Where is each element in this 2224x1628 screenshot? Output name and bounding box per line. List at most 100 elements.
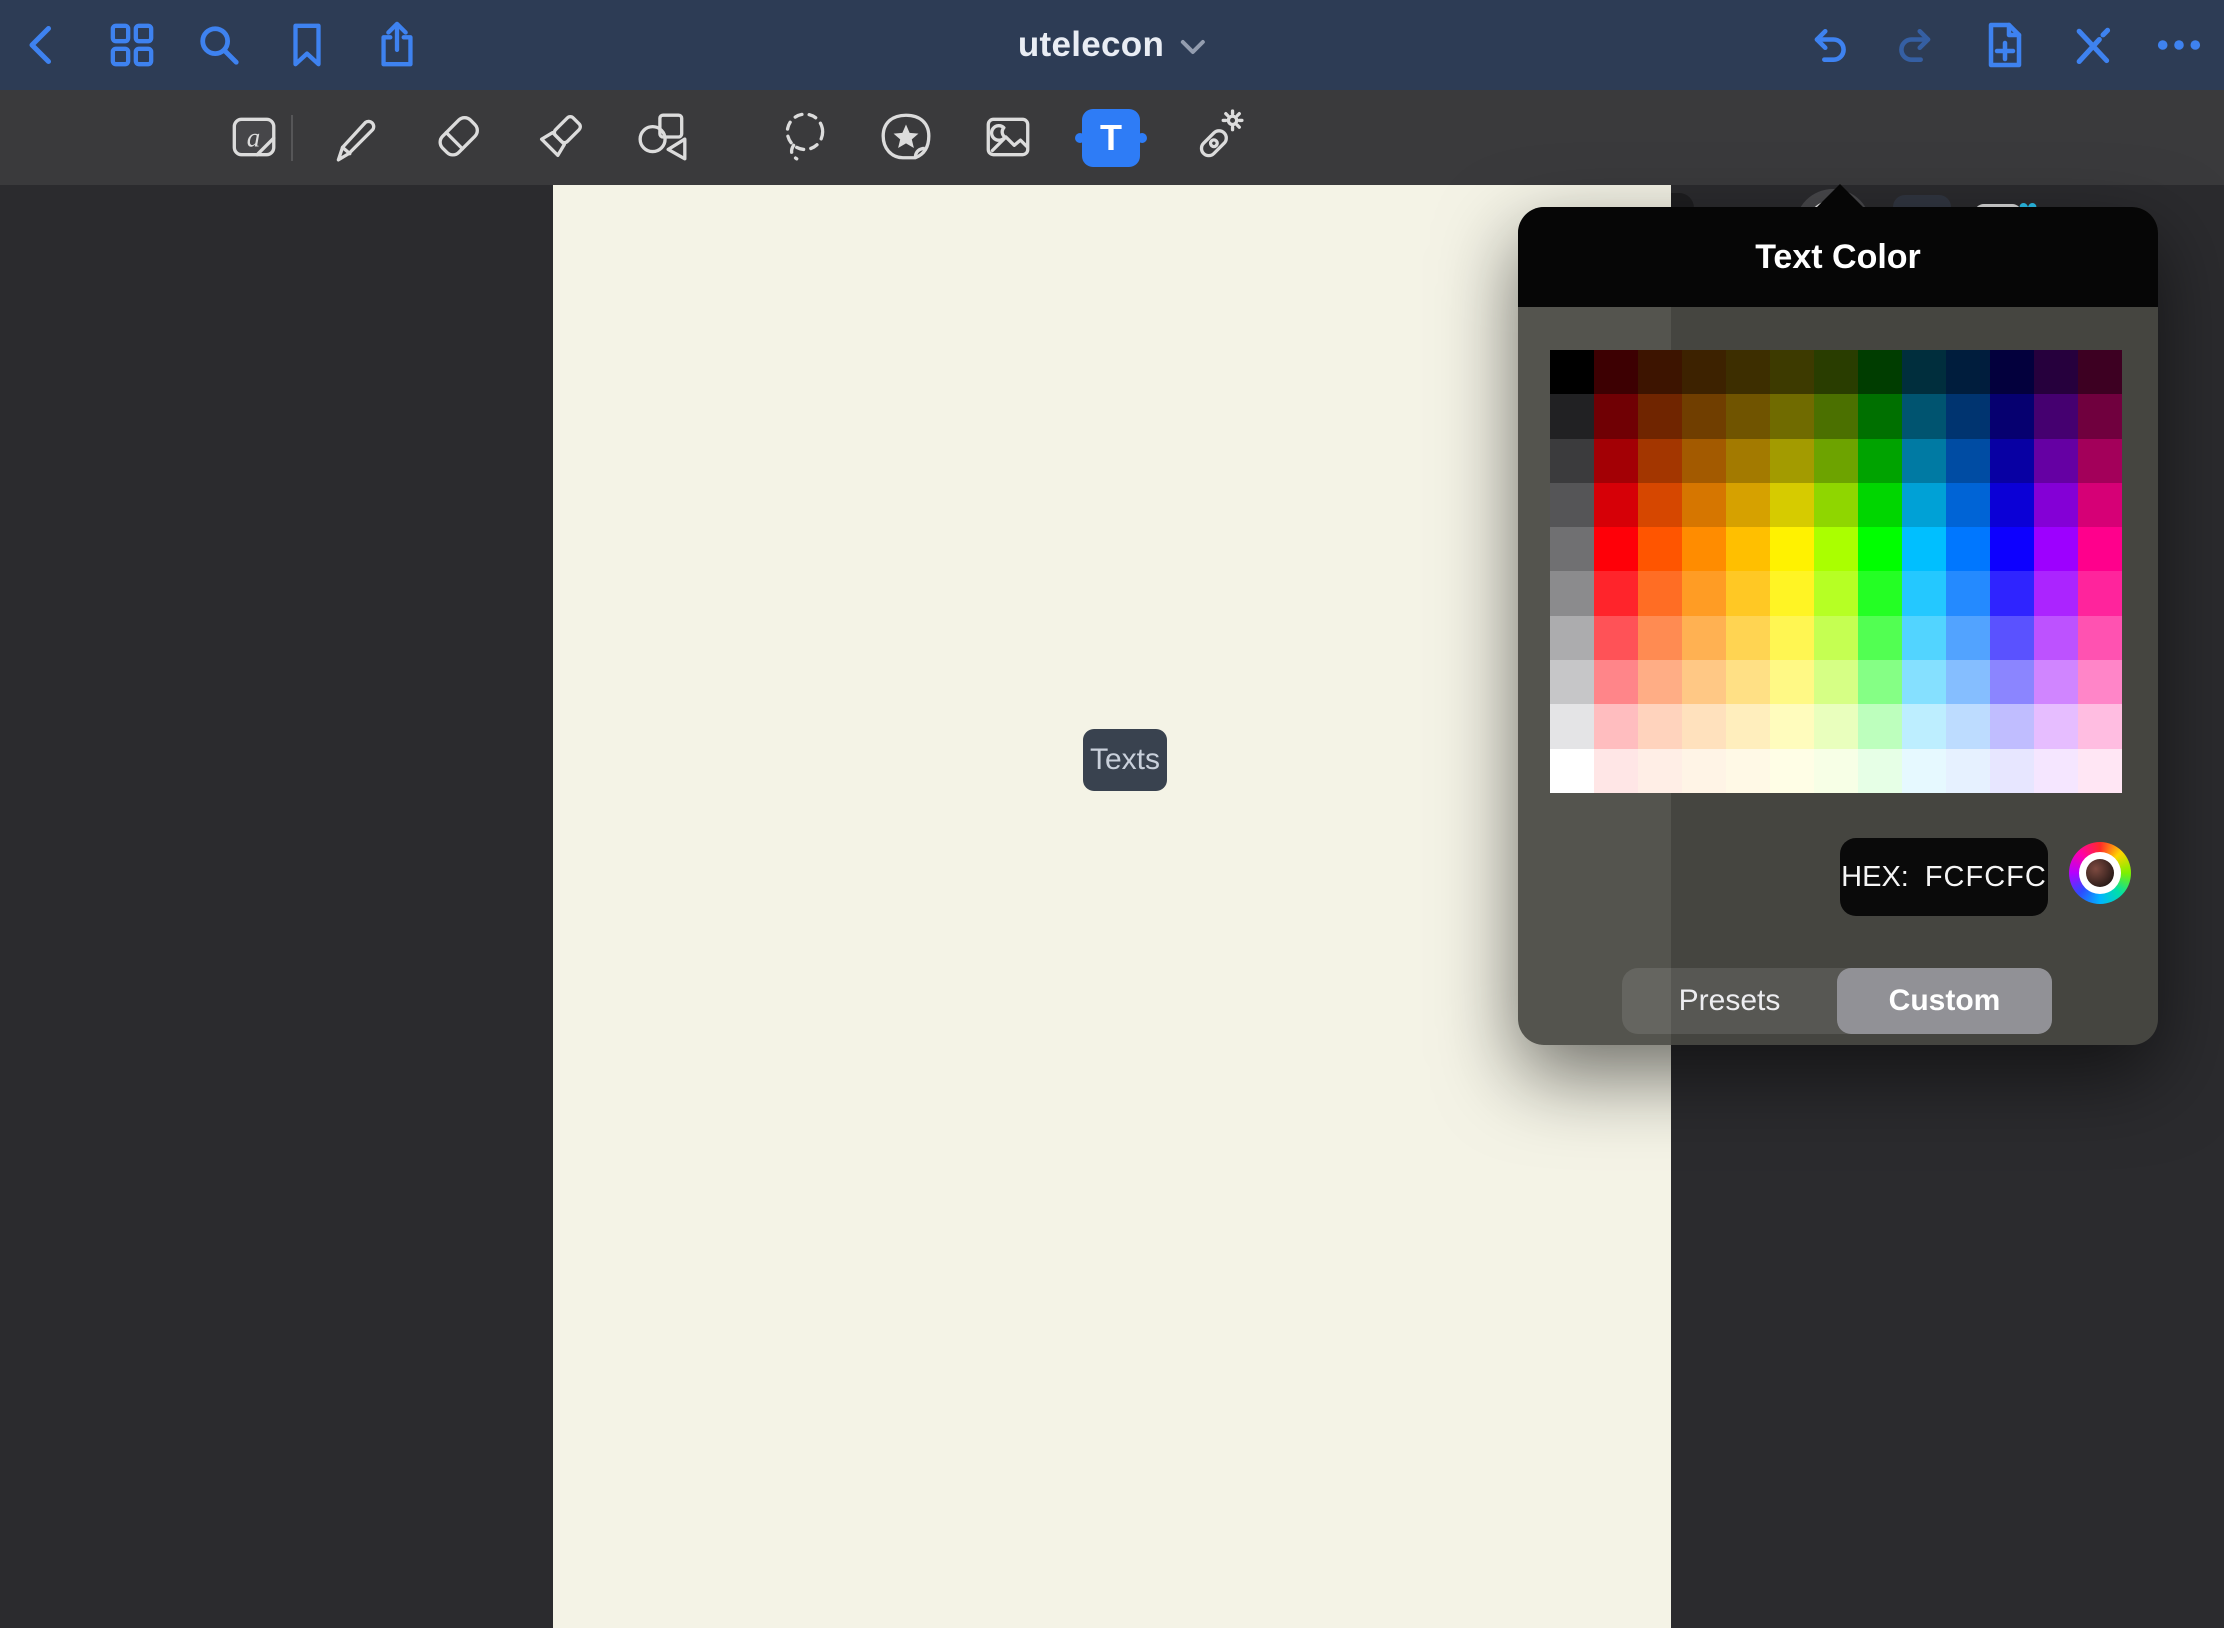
color-swatch[interactable] <box>1946 394 1990 438</box>
color-swatch[interactable] <box>1726 394 1770 438</box>
color-swatch[interactable] <box>1594 483 1638 527</box>
color-swatch[interactable] <box>1770 616 1814 660</box>
color-swatch[interactable] <box>1814 749 1858 793</box>
color-swatch[interactable] <box>1550 483 1594 527</box>
color-swatch[interactable] <box>1770 660 1814 704</box>
color-swatch[interactable] <box>1726 350 1770 394</box>
stop-editing-button[interactable] <box>2062 15 2122 75</box>
color-swatch[interactable] <box>1858 527 1902 571</box>
tab-custom[interactable]: Custom <box>1837 968 2052 1034</box>
color-swatch[interactable] <box>1902 704 1946 748</box>
color-swatch[interactable] <box>1682 527 1726 571</box>
color-swatch[interactable] <box>2034 394 2078 438</box>
color-swatch[interactable] <box>2078 394 2122 438</box>
color-swatch[interactable] <box>1858 350 1902 394</box>
color-swatch[interactable] <box>1858 704 1902 748</box>
color-swatch[interactable] <box>1770 394 1814 438</box>
color-swatch[interactable] <box>1946 439 1990 483</box>
color-swatch[interactable] <box>1770 439 1814 483</box>
color-swatch[interactable] <box>2078 439 2122 483</box>
color-swatch[interactable] <box>1814 527 1858 571</box>
color-swatch[interactable] <box>1902 660 1946 704</box>
color-swatch[interactable] <box>2078 571 2122 615</box>
color-swatch[interactable] <box>2034 616 2078 660</box>
laser-pointer-tool[interactable] <box>1183 104 1251 172</box>
undo-button[interactable] <box>1798 15 1858 75</box>
color-swatch[interactable] <box>1946 483 1990 527</box>
color-swatch[interactable] <box>1990 394 2034 438</box>
text-tool[interactable]: T <box>1077 104 1145 172</box>
color-swatch[interactable] <box>1594 749 1638 793</box>
color-swatch[interactable] <box>1594 660 1638 704</box>
color-swatch[interactable] <box>1990 660 2034 704</box>
color-swatch[interactable] <box>2034 660 2078 704</box>
color-swatch[interactable] <box>1858 483 1902 527</box>
color-swatch[interactable] <box>1682 749 1726 793</box>
color-swatch[interactable] <box>1990 571 2034 615</box>
lasso-tool[interactable] <box>771 104 839 172</box>
color-swatch[interactable] <box>1770 571 1814 615</box>
color-swatch[interactable] <box>1638 350 1682 394</box>
color-swatch[interactable] <box>1550 749 1594 793</box>
color-swatch[interactable] <box>1814 483 1858 527</box>
color-swatch[interactable] <box>1990 527 2034 571</box>
color-swatch[interactable] <box>2078 660 2122 704</box>
color-swatch[interactable] <box>1726 527 1770 571</box>
color-swatch[interactable] <box>1726 439 1770 483</box>
color-swatch[interactable] <box>2078 483 2122 527</box>
color-swatch[interactable] <box>1946 350 1990 394</box>
color-swatch[interactable] <box>1682 394 1726 438</box>
color-swatch[interactable] <box>1550 439 1594 483</box>
note-page[interactable] <box>553 185 1671 1628</box>
color-swatch[interactable] <box>1946 660 1990 704</box>
color-swatch[interactable] <box>2034 527 2078 571</box>
color-swatch[interactable] <box>1594 571 1638 615</box>
color-swatch[interactable] <box>1858 749 1902 793</box>
color-swatch[interactable] <box>2034 439 2078 483</box>
color-swatch[interactable] <box>1550 350 1594 394</box>
text-object[interactable]: Texts <box>1083 729 1167 791</box>
hex-input[interactable]: HEX: FCFCFC <box>1840 838 2048 916</box>
color-swatch[interactable] <box>1550 527 1594 571</box>
color-swatch[interactable] <box>2078 616 2122 660</box>
color-swatch[interactable] <box>1814 660 1858 704</box>
color-swatch[interactable] <box>2078 350 2122 394</box>
color-swatch[interactable] <box>1902 439 1946 483</box>
color-swatch[interactable] <box>2078 527 2122 571</box>
color-swatch[interactable] <box>1770 527 1814 571</box>
redo-button[interactable] <box>1887 15 1947 75</box>
color-swatch[interactable] <box>1638 749 1682 793</box>
color-swatch[interactable] <box>1682 571 1726 615</box>
color-swatch[interactable] <box>1858 571 1902 615</box>
eraser-tool[interactable] <box>424 104 492 172</box>
color-swatch[interactable] <box>1638 571 1682 615</box>
color-swatch[interactable] <box>1858 616 1902 660</box>
color-swatch[interactable] <box>1946 616 1990 660</box>
color-swatch[interactable] <box>1946 704 1990 748</box>
color-swatch[interactable] <box>1682 616 1726 660</box>
color-swatch[interactable] <box>1726 749 1770 793</box>
color-swatch[interactable] <box>1902 616 1946 660</box>
color-swatch[interactable] <box>1682 483 1726 527</box>
color-swatch[interactable] <box>1638 660 1682 704</box>
color-swatch[interactable] <box>1726 660 1770 704</box>
color-swatch[interactable] <box>1814 704 1858 748</box>
color-swatch[interactable] <box>1594 439 1638 483</box>
image-tool[interactable] <box>974 104 1042 172</box>
color-swatch[interactable] <box>1946 527 1990 571</box>
color-swatch[interactable] <box>1770 704 1814 748</box>
color-swatch[interactable] <box>1594 350 1638 394</box>
color-swatch[interactable] <box>1550 660 1594 704</box>
color-swatch[interactable] <box>1990 704 2034 748</box>
color-swatch[interactable] <box>1990 350 2034 394</box>
color-swatch[interactable] <box>1770 350 1814 394</box>
color-swatch[interactable] <box>2034 704 2078 748</box>
color-swatch[interactable] <box>2078 704 2122 748</box>
share-button[interactable] <box>367 15 427 75</box>
color-swatch[interactable] <box>1638 616 1682 660</box>
color-swatch[interactable] <box>1594 704 1638 748</box>
tab-presets[interactable]: Presets <box>1622 968 1837 1034</box>
color-swatch[interactable] <box>2034 749 2078 793</box>
color-swatch[interactable] <box>1858 439 1902 483</box>
color-swatch[interactable] <box>2034 483 2078 527</box>
